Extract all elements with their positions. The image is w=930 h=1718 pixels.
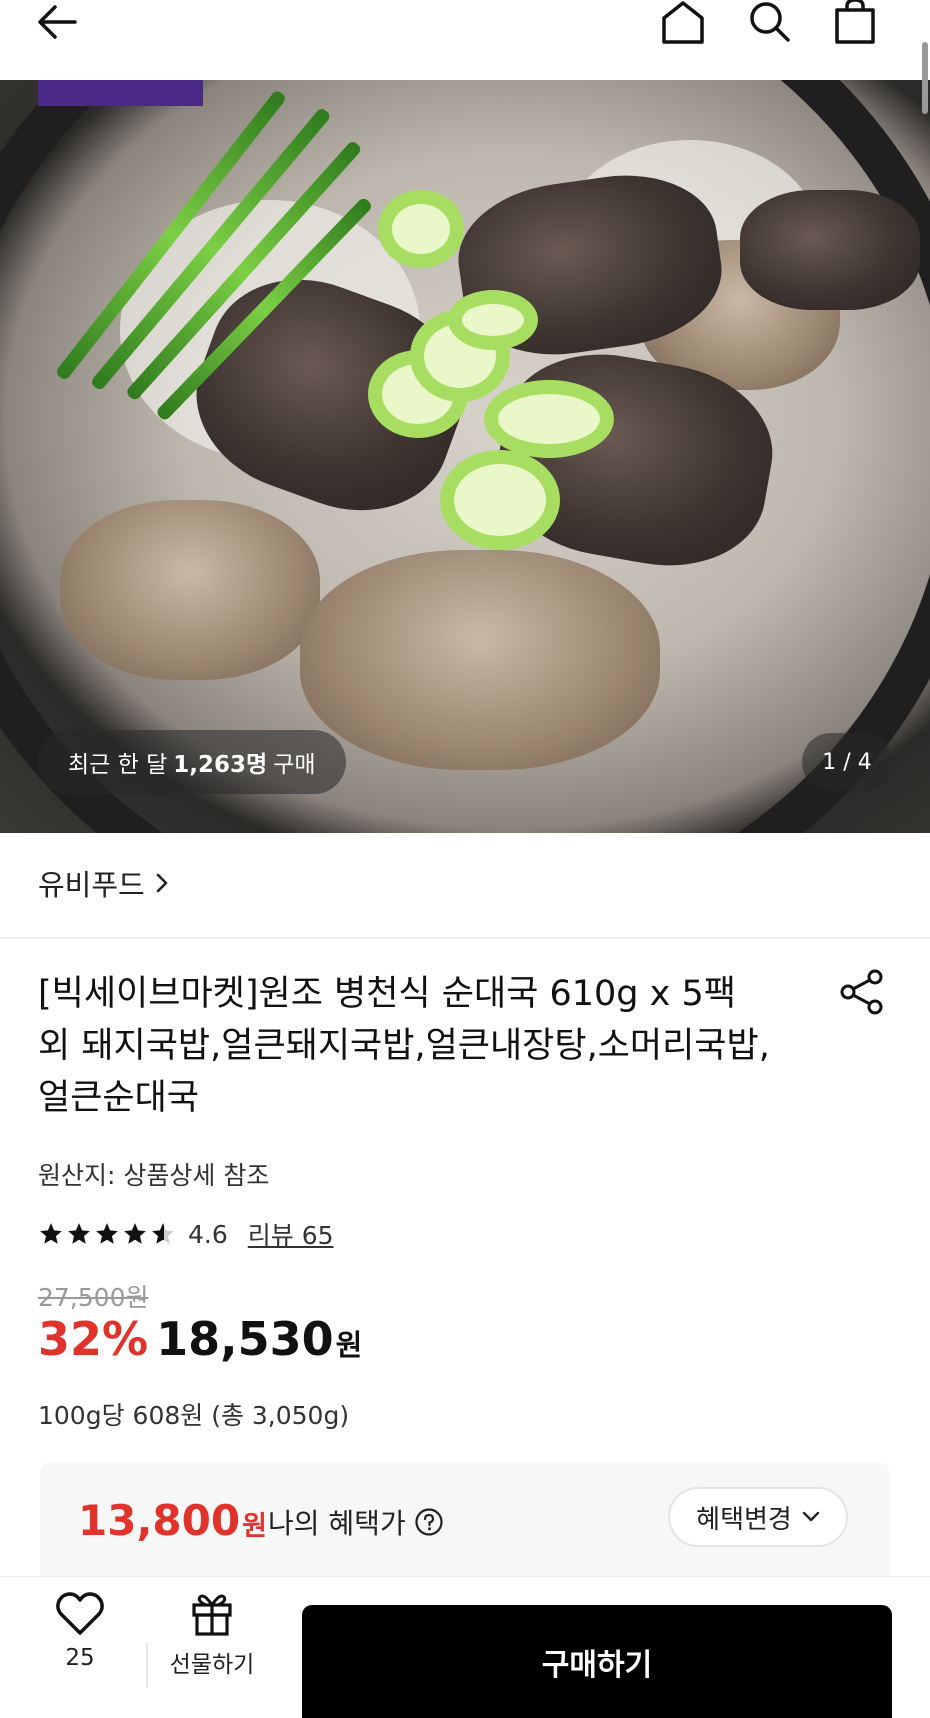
shopping-bag-icon (835, 0, 875, 44)
benefit-price-unit: 원 (242, 1511, 267, 1542)
buy-button[interactable]: 구매하기 (302, 1605, 892, 1718)
search-button[interactable] (742, 0, 796, 44)
product-title: [빅세이브마켓]원조 병천식 순대국 610g x 5팩 외 돼지국밥,얼큰돼지… (38, 974, 770, 1118)
original-price: 27,500원 (38, 1283, 149, 1312)
meat-piece (300, 550, 660, 770)
vertical-divider (146, 1643, 148, 1687)
top-navigation-bar (0, 0, 930, 80)
heart-icon (56, 1592, 104, 1635)
like-button[interactable]: 25 (40, 1591, 120, 1711)
gift-label: 선물하기 (169, 1652, 255, 1678)
change-benefit-label: 혜택변경 (696, 1504, 792, 1535)
share-icon (840, 969, 883, 1015)
green-onion-ring (484, 380, 614, 458)
section-divider (0, 937, 930, 939)
rating-value: 4.6 (188, 1219, 228, 1249)
recent-purchase-badge: 최근 한 달 1,263명 구매 (38, 730, 346, 794)
star-icon (68, 1223, 90, 1244)
green-onion-ring (440, 450, 560, 550)
sausage-piece (740, 190, 920, 310)
recent-purchase-count: 1,263명 (173, 752, 268, 778)
benefit-label: 나의 혜택가 (268, 1502, 444, 1542)
green-onion-ring (378, 190, 464, 268)
like-count: 25 (65, 1645, 95, 1671)
question-circle-icon[interactable] (414, 1507, 444, 1537)
origin-info: 원산지: 상품상세 참조 (38, 1161, 270, 1190)
change-benefit-button[interactable]: 혜택변경 (668, 1487, 848, 1547)
back-button[interactable] (30, 0, 84, 44)
gift-button[interactable]: 선물하기 (160, 1591, 264, 1711)
star-rating (38, 1221, 176, 1247)
product-image-carousel[interactable] (0, 80, 930, 833)
star-icon (124, 1223, 146, 1244)
promo-tag (38, 80, 203, 106)
bottom-action-bar: 25 선물하기 구매하기 (0, 1576, 930, 1718)
chevron-down-icon (802, 1511, 820, 1522)
recent-purchase-suffix: 구매 (273, 752, 316, 778)
unit-price: 100g당 608원 (총 3,050g) (38, 1401, 350, 1430)
star-icon (40, 1223, 62, 1244)
discount-rate: 32% (38, 1312, 149, 1366)
chevron-right-icon (156, 873, 168, 893)
share-button[interactable] (838, 968, 888, 1018)
benefit-label-text: 나의 혜택가 (268, 1507, 406, 1540)
seller-link[interactable]: 유비푸드 (38, 862, 169, 904)
price-row: 32% 18,530 원 (38, 1312, 362, 1366)
benefit-price-box: 13,800 원 나의 혜택가 혜택변경 (40, 1462, 890, 1582)
green-onion-ring (448, 290, 538, 350)
home-button[interactable] (656, 0, 710, 44)
search-icon (750, 2, 790, 42)
home-icon (662, 1, 704, 44)
rating-row: 4.6 리뷰 65 (38, 1216, 334, 1252)
star-icon (96, 1223, 118, 1244)
image-page-indicator: 1 / 4 (802, 733, 892, 791)
seller-name: 유비푸드 (38, 868, 145, 902)
benefit-price-value: 13,800 (78, 1496, 241, 1545)
benefit-price: 13,800 원 (78, 1496, 267, 1545)
meat-piece (60, 500, 320, 680)
recent-purchase-prefix: 최근 한 달 (68, 752, 168, 778)
half-star-icon (152, 1223, 174, 1244)
cart-button[interactable] (828, 0, 882, 44)
review-link[interactable]: 리뷰 65 (248, 1216, 334, 1252)
gift-icon (192, 1594, 232, 1636)
scrollbar[interactable] (922, 42, 928, 114)
arrow-left-icon (38, 5, 77, 39)
price-unit: 원 (335, 1328, 363, 1362)
sale-price: 18,530 (156, 1312, 334, 1366)
